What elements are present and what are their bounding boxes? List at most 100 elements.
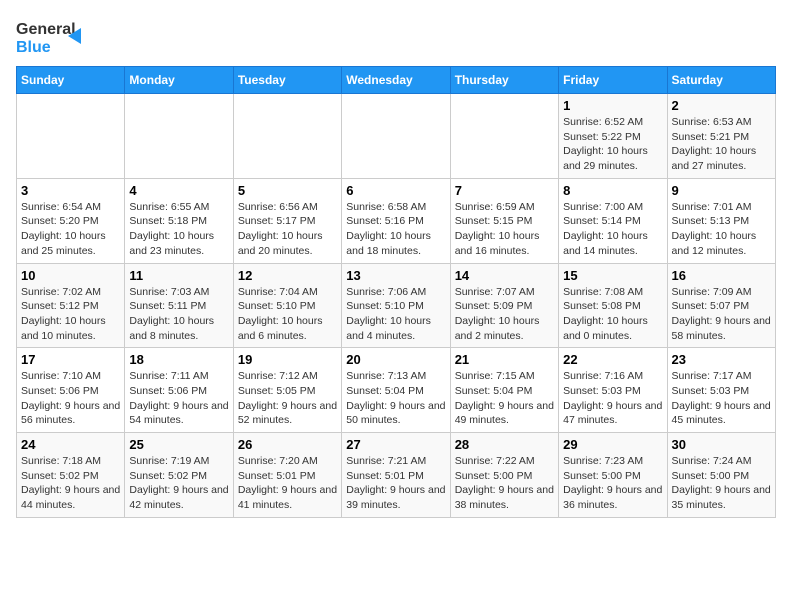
calendar-day-cell: 29 Sunrise: 7:23 AM Sunset: 5:00 PM Dayli… xyxy=(559,433,667,518)
day-number: 20 xyxy=(346,352,445,367)
calendar-day-cell: 19 Sunrise: 7:12 AM Sunset: 5:05 PM Dayli… xyxy=(233,348,341,433)
day-info: Sunrise: 7:21 AM Sunset: 5:01 PM Dayligh… xyxy=(346,454,445,513)
calendar-day-cell: 26 Sunrise: 7:20 AM Sunset: 5:01 PM Dayli… xyxy=(233,433,341,518)
day-number: 1 xyxy=(563,98,662,113)
day-info: Sunrise: 7:17 AM Sunset: 5:03 PM Dayligh… xyxy=(672,369,771,428)
calendar-day-cell xyxy=(17,94,125,179)
day-number: 23 xyxy=(672,352,771,367)
calendar-day-cell: 7Sunrise: 6:59 AM Sunset: 5:15 PM Daylig… xyxy=(450,178,558,263)
calendar-day-cell xyxy=(450,94,558,179)
calendar-day-cell: 13 Sunrise: 7:06 AM Sunset: 5:10 PM Dayli… xyxy=(342,263,450,348)
day-number: 30 xyxy=(672,437,771,452)
day-number: 12 xyxy=(238,268,337,283)
logo-icon: GeneralBlue xyxy=(16,16,86,58)
day-number: 10 xyxy=(21,268,120,283)
day-info: Sunrise: 6:58 AM Sunset: 5:16 PM Dayligh… xyxy=(346,200,445,259)
calendar-day-cell: 28 Sunrise: 7:22 AM Sunset: 5:00 PM Dayli… xyxy=(450,433,558,518)
calendar-day-cell: 17Sunrise: 7:10 AM Sunset: 5:06 PM Dayli… xyxy=(17,348,125,433)
calendar-table: SundayMondayTuesdayWednesdayThursdayFrid… xyxy=(16,66,776,518)
day-number: 24 xyxy=(21,437,120,452)
calendar-day-cell: 3 Sunrise: 6:54 AM Sunset: 5:20 PM Daylig… xyxy=(17,178,125,263)
calendar-day-cell: 12Sunrise: 7:04 AM Sunset: 5:10 PM Dayli… xyxy=(233,263,341,348)
day-number: 26 xyxy=(238,437,337,452)
day-number: 27 xyxy=(346,437,445,452)
calendar-day-cell: 20 Sunrise: 7:13 AM Sunset: 5:04 PM Dayli… xyxy=(342,348,450,433)
calendar-day-cell: 4 Sunrise: 6:55 AM Sunset: 5:18 PM Daylig… xyxy=(125,178,233,263)
day-number: 22 xyxy=(563,352,662,367)
day-number: 18 xyxy=(129,352,228,367)
day-number: 6 xyxy=(346,183,445,198)
calendar-day-cell: 18 Sunrise: 7:11 AM Sunset: 5:06 PM Dayli… xyxy=(125,348,233,433)
calendar-week-row: 1 Sunrise: 6:52 AM Sunset: 5:22 PM Daylig… xyxy=(17,94,776,179)
calendar-header-row: SundayMondayTuesdayWednesdayThursdayFrid… xyxy=(17,67,776,94)
svg-text:Blue: Blue xyxy=(16,39,51,56)
calendar-day-cell: 21 Sunrise: 7:15 AM Sunset: 5:04 PM Dayli… xyxy=(450,348,558,433)
calendar-week-row: 24 Sunrise: 7:18 AM Sunset: 5:02 PM Dayli… xyxy=(17,433,776,518)
day-info: Sunrise: 6:56 AM Sunset: 5:17 PM Dayligh… xyxy=(238,200,337,259)
day-of-week-header: Saturday xyxy=(667,67,775,94)
day-of-week-header: Tuesday xyxy=(233,67,341,94)
day-number: 2 xyxy=(672,98,771,113)
page-header: GeneralBlue xyxy=(16,16,776,58)
day-info: Sunrise: 7:00 AM Sunset: 5:14 PM Dayligh… xyxy=(563,200,662,259)
day-info: Sunrise: 7:16 AM Sunset: 5:03 PM Dayligh… xyxy=(563,369,662,428)
day-number: 5 xyxy=(238,183,337,198)
calendar-day-cell: 22 Sunrise: 7:16 AM Sunset: 5:03 PM Dayli… xyxy=(559,348,667,433)
day-info: Sunrise: 6:55 AM Sunset: 5:18 PM Dayligh… xyxy=(129,200,228,259)
day-info: Sunrise: 7:24 AM Sunset: 5:00 PM Dayligh… xyxy=(672,454,771,513)
day-info: Sunrise: 7:09 AM Sunset: 5:07 PM Dayligh… xyxy=(672,285,771,344)
calendar-day-cell xyxy=(125,94,233,179)
day-number: 15 xyxy=(563,268,662,283)
day-number: 9 xyxy=(672,183,771,198)
day-number: 17 xyxy=(21,352,120,367)
day-info: Sunrise: 6:54 AM Sunset: 5:20 PM Dayligh… xyxy=(21,200,120,259)
svg-text:General: General xyxy=(16,21,76,38)
day-info: Sunrise: 7:18 AM Sunset: 5:02 PM Dayligh… xyxy=(21,454,120,513)
day-number: 21 xyxy=(455,352,554,367)
day-info: Sunrise: 7:06 AM Sunset: 5:10 PM Dayligh… xyxy=(346,285,445,344)
calendar-day-cell: 5 Sunrise: 6:56 AM Sunset: 5:17 PM Daylig… xyxy=(233,178,341,263)
day-info: Sunrise: 7:08 AM Sunset: 5:08 PM Dayligh… xyxy=(563,285,662,344)
day-info: Sunrise: 7:13 AM Sunset: 5:04 PM Dayligh… xyxy=(346,369,445,428)
day-info: Sunrise: 7:22 AM Sunset: 5:00 PM Dayligh… xyxy=(455,454,554,513)
day-number: 28 xyxy=(455,437,554,452)
day-number: 16 xyxy=(672,268,771,283)
calendar-body: 1 Sunrise: 6:52 AM Sunset: 5:22 PM Daylig… xyxy=(17,94,776,518)
day-number: 29 xyxy=(563,437,662,452)
calendar-day-cell xyxy=(342,94,450,179)
day-of-week-header: Monday xyxy=(125,67,233,94)
day-of-week-header: Friday xyxy=(559,67,667,94)
calendar-week-row: 17Sunrise: 7:10 AM Sunset: 5:06 PM Dayli… xyxy=(17,348,776,433)
day-of-week-header: Sunday xyxy=(17,67,125,94)
calendar-day-cell: 9 Sunrise: 7:01 AM Sunset: 5:13 PM Daylig… xyxy=(667,178,775,263)
day-number: 3 xyxy=(21,183,120,198)
day-info: Sunrise: 7:12 AM Sunset: 5:05 PM Dayligh… xyxy=(238,369,337,428)
day-number: 7 xyxy=(455,183,554,198)
calendar-day-cell: 30 Sunrise: 7:24 AM Sunset: 5:00 PM Dayli… xyxy=(667,433,775,518)
calendar-day-cell: 25 Sunrise: 7:19 AM Sunset: 5:02 PM Dayli… xyxy=(125,433,233,518)
day-number: 4 xyxy=(129,183,228,198)
calendar-day-cell: 1 Sunrise: 6:52 AM Sunset: 5:22 PM Daylig… xyxy=(559,94,667,179)
day-info: Sunrise: 7:20 AM Sunset: 5:01 PM Dayligh… xyxy=(238,454,337,513)
day-of-week-header: Thursday xyxy=(450,67,558,94)
day-info: Sunrise: 7:23 AM Sunset: 5:00 PM Dayligh… xyxy=(563,454,662,513)
day-number: 19 xyxy=(238,352,337,367)
calendar-day-cell xyxy=(233,94,341,179)
day-number: 13 xyxy=(346,268,445,283)
day-info: Sunrise: 7:15 AM Sunset: 5:04 PM Dayligh… xyxy=(455,369,554,428)
calendar-day-cell: 6 Sunrise: 6:58 AM Sunset: 5:16 PM Daylig… xyxy=(342,178,450,263)
calendar-day-cell: 10 Sunrise: 7:02 AM Sunset: 5:12 PM Dayli… xyxy=(17,263,125,348)
calendar-week-row: 10 Sunrise: 7:02 AM Sunset: 5:12 PM Dayli… xyxy=(17,263,776,348)
calendar-day-cell: 27 Sunrise: 7:21 AM Sunset: 5:01 PM Dayli… xyxy=(342,433,450,518)
day-info: Sunrise: 6:53 AM Sunset: 5:21 PM Dayligh… xyxy=(672,115,771,174)
day-number: 25 xyxy=(129,437,228,452)
day-number: 14 xyxy=(455,268,554,283)
calendar-week-row: 3 Sunrise: 6:54 AM Sunset: 5:20 PM Daylig… xyxy=(17,178,776,263)
calendar-day-cell: 14Sunrise: 7:07 AM Sunset: 5:09 PM Dayli… xyxy=(450,263,558,348)
day-info: Sunrise: 7:19 AM Sunset: 5:02 PM Dayligh… xyxy=(129,454,228,513)
day-of-week-header: Wednesday xyxy=(342,67,450,94)
day-info: Sunrise: 7:11 AM Sunset: 5:06 PM Dayligh… xyxy=(129,369,228,428)
day-info: Sunrise: 7:01 AM Sunset: 5:13 PM Dayligh… xyxy=(672,200,771,259)
day-info: Sunrise: 7:02 AM Sunset: 5:12 PM Dayligh… xyxy=(21,285,120,344)
day-info: Sunrise: 6:52 AM Sunset: 5:22 PM Dayligh… xyxy=(563,115,662,174)
